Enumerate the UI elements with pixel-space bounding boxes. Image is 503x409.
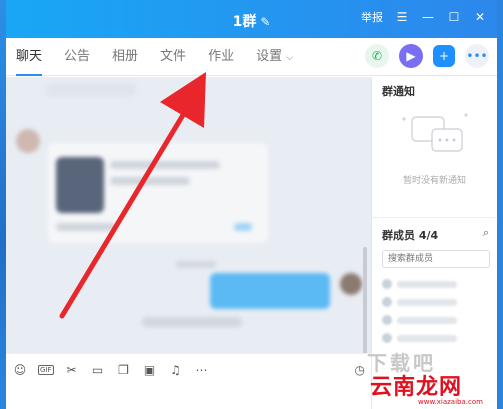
avatar <box>382 279 392 289</box>
tab-settings[interactable]: 设置 ⌵ <box>256 38 293 76</box>
avatar <box>382 333 392 343</box>
window-controls: 举报 ☰ — ☐ ✕ <box>361 9 487 25</box>
members-title: 群成员 4/4 <box>382 229 439 242</box>
member-item[interactable] <box>382 297 457 307</box>
title-bar: 1群 ✎ 举报 ☰ — ☐ ✕ <box>6 0 497 38</box>
empty-notice-illustration <box>402 113 468 152</box>
member-name <box>397 280 457 288</box>
watermark-url: www.xiazaiba.com <box>418 398 483 406</box>
notice-empty-text: 暂时没有新通知 <box>402 176 466 186</box>
scissors-icon[interactable]: ✂ <box>64 363 80 377</box>
watermark-brand: 云南龙网 <box>370 375 463 400</box>
sidebar-divider <box>372 217 497 218</box>
group-name: 1群 <box>232 14 257 30</box>
video-call-icon[interactable]: ▶ <box>399 44 423 68</box>
member-search-input[interactable] <box>382 250 490 268</box>
header-actions: ✆ ▶ + ••• <box>365 44 489 68</box>
member-item[interactable] <box>382 315 457 325</box>
minimize-icon[interactable]: — <box>421 10 435 24</box>
chat-history-blurred <box>6 77 371 353</box>
group-notice-title: 群通知 <box>382 85 415 98</box>
input-toolbar: ☺ GIF ✂ ▭ ❐ ▣ ♫ ⋯ <box>12 363 210 377</box>
emoji-icon[interactable]: ☺ <box>12 363 28 377</box>
maximize-icon[interactable]: ☐ <box>447 10 461 24</box>
tab-settings-label: 设置 <box>256 48 283 64</box>
tab-announcement[interactable]: 公告 <box>64 38 90 76</box>
search-icon[interactable]: ⌕ <box>483 226 489 240</box>
document-icon[interactable]: ❐ <box>116 363 132 377</box>
message-input-area[interactable]: ☺ GIF ✂ ▭ ❐ ▣ ♫ ⋯ ◷ <box>6 353 371 409</box>
close-icon[interactable]: ✕ <box>473 10 487 24</box>
report-button[interactable]: 举报 <box>361 9 383 25</box>
tab-chat[interactable]: 聊天 <box>16 38 43 76</box>
tab-files[interactable]: 文件 <box>160 38 186 76</box>
avatar <box>382 297 392 307</box>
more-tools-icon[interactable]: ⋯ <box>194 363 210 377</box>
member-name <box>397 334 457 342</box>
member-name <box>397 298 457 306</box>
more-icon[interactable]: ••• <box>465 44 489 68</box>
chevron-down-icon: ⌵ <box>286 52 294 63</box>
avatar <box>382 315 392 325</box>
member-item[interactable] <box>382 279 457 289</box>
voice-call-icon[interactable]: ✆ <box>365 44 389 68</box>
tab-homework[interactable]: 作业 <box>208 38 234 76</box>
bell-icon[interactable]: ♫ <box>168 363 184 377</box>
tab-album[interactable]: 相册 <box>112 38 138 76</box>
add-app-icon[interactable]: + <box>433 45 455 67</box>
gif-icon[interactable]: GIF <box>38 365 54 375</box>
member-item[interactable] <box>382 333 457 343</box>
member-name <box>397 316 457 324</box>
menu-icon[interactable]: ☰ <box>395 10 409 24</box>
edit-name-icon[interactable]: ✎ <box>260 15 270 29</box>
image-icon[interactable]: ▣ <box>142 363 158 377</box>
tab-bar: 聊天 公告 相册 文件 作业 设置 ⌵ ✆ ▶ + ••• <box>6 38 497 76</box>
chat-scrollbar[interactable] <box>363 247 367 353</box>
folder-icon[interactable]: ▭ <box>90 363 106 377</box>
site-watermark: 下载吧 云南龙网 www.xiazaiba.com <box>362 345 503 409</box>
